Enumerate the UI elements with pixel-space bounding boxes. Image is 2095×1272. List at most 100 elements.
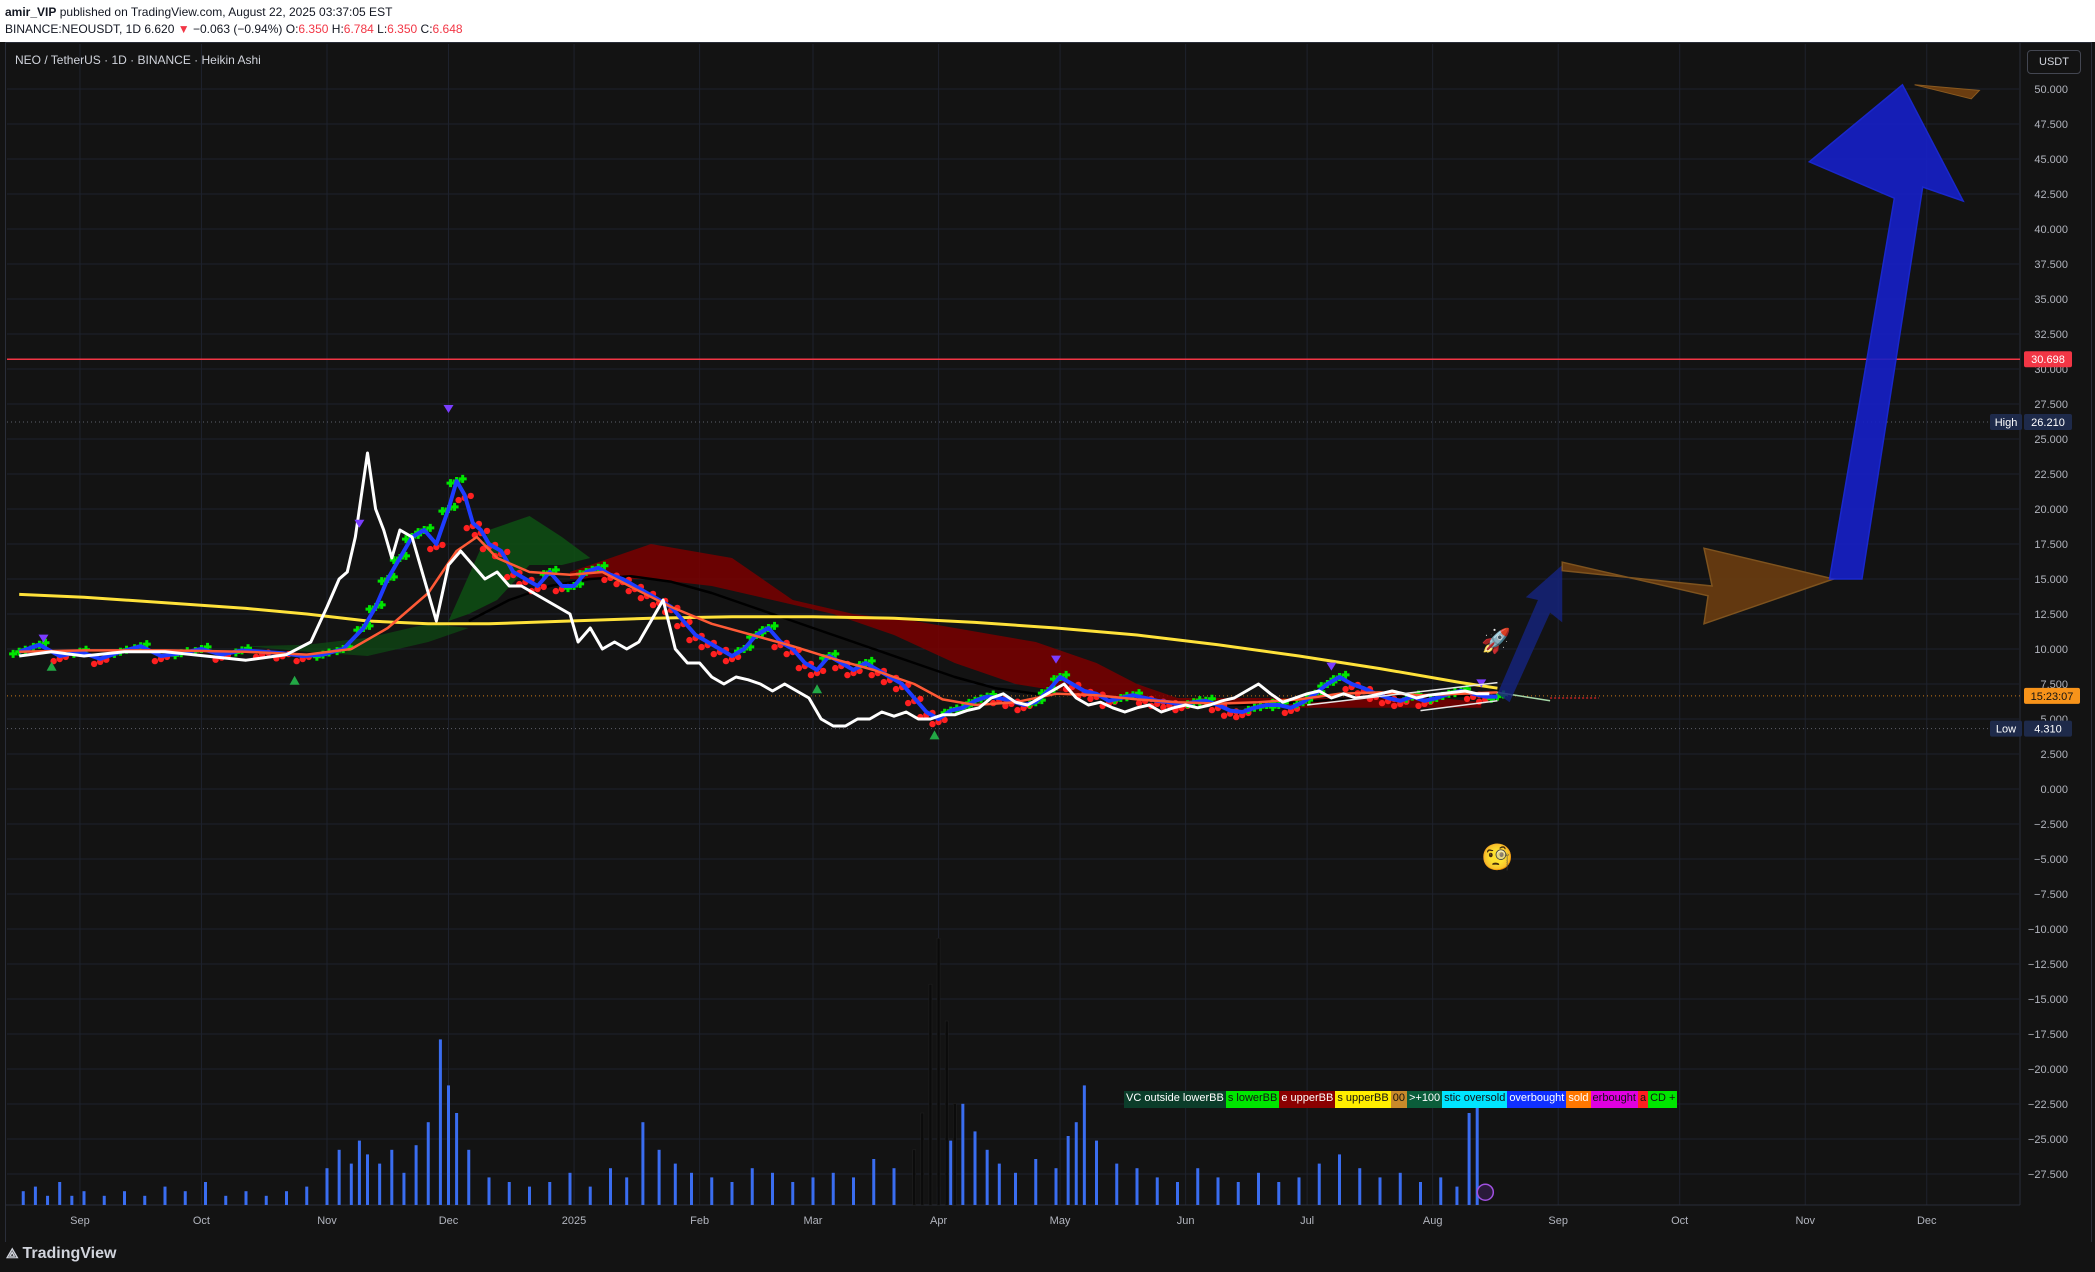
- x-tick-label: Dec: [439, 1215, 459, 1227]
- volume-bar: [325, 1168, 329, 1205]
- volume-bar: [750, 1168, 754, 1205]
- volume-bar: [70, 1195, 74, 1205]
- volume-bars: [21, 937, 1479, 1206]
- volume-bar: [102, 1195, 106, 1205]
- volume-bar: [487, 1177, 491, 1205]
- volume-bar: [1054, 1168, 1058, 1205]
- volume-bar: [625, 1177, 629, 1205]
- volume-bar: [507, 1182, 511, 1205]
- bearish-marker: [722, 657, 730, 665]
- bearish-marker: [892, 685, 900, 693]
- resistance-price-tag-text: 30.698: [2031, 354, 2065, 366]
- volume-bar: [949, 1140, 953, 1205]
- x-tick-label: May: [1050, 1215, 1071, 1227]
- bearish-marker: [455, 496, 462, 504]
- bearish-marker: [783, 650, 790, 658]
- low-label-tag-text: Low: [1996, 724, 2016, 736]
- bearish-marker: [819, 667, 827, 675]
- y-tick-label: −7.500: [2034, 889, 2068, 901]
- volume-bar: [143, 1195, 147, 1205]
- bearish-marker: [686, 636, 693, 644]
- volume-bar: [1014, 1172, 1017, 1205]
- volume-bar: [1135, 1168, 1139, 1205]
- volume-bar: [673, 1163, 677, 1205]
- volume-bar: [224, 1195, 228, 1205]
- bearish-marker: [427, 545, 434, 553]
- volume-bar: [730, 1182, 734, 1205]
- volume-bar: [657, 1149, 661, 1205]
- legend-box: VC outside lowerBB: [1124, 1091, 1226, 1108]
- volume-bar: [244, 1191, 248, 1205]
- brown-arrow: [1561, 547, 1837, 625]
- volume-bar: [568, 1172, 572, 1205]
- brown-arrow-tip: [1914, 84, 1981, 100]
- high-label-tag-text: High: [1995, 417, 2018, 429]
- bearish-marker: [625, 587, 632, 595]
- volume-bar: [285, 1191, 288, 1205]
- volume-bar-dark: [936, 937, 941, 1206]
- bearish-marker: [1415, 702, 1422, 710]
- volume-bar: [21, 1191, 25, 1205]
- bearish-marker: [552, 587, 560, 595]
- bearish-marker: [674, 622, 681, 630]
- bearish-marker: [467, 492, 474, 500]
- legend-box: sold: [1566, 1091, 1591, 1108]
- volume-bar: [305, 1186, 309, 1205]
- legend-box: CD +: [1648, 1091, 1678, 1108]
- volume-bar: [1155, 1177, 1159, 1205]
- bearish-marker: [807, 671, 815, 679]
- price-chart[interactable]: 50.000 47.500 45.000 42.500 40.000 37.500 35.0…: [0, 0, 2095, 1272]
- bearish-marker: [880, 678, 888, 686]
- y-tick-label: 35.000: [2034, 294, 2068, 306]
- large-blue-arrow: [1807, 83, 1965, 580]
- x-tick-label: Sep: [70, 1215, 90, 1227]
- volume-bar: [467, 1149, 471, 1205]
- volume-bar: [1115, 1163, 1119, 1205]
- x-tick-label: Oct: [193, 1215, 210, 1227]
- ema-line: [19, 535, 1498, 707]
- x-tick-label: 2025: [562, 1215, 586, 1227]
- volume-bar: [447, 1085, 450, 1205]
- bearish-marker: [1233, 713, 1240, 721]
- volume-bar: [337, 1149, 341, 1205]
- volume-bar: [46, 1195, 50, 1205]
- y-tick-label: 45.000: [2034, 154, 2068, 166]
- volume-bar: [1419, 1182, 1422, 1205]
- currency-button[interactable]: USDT: [2027, 50, 2081, 74]
- volume-bar: [1338, 1154, 1341, 1205]
- signal-up-triangle: [929, 730, 940, 740]
- volume-bar: [1236, 1182, 1240, 1205]
- high-price-tag: 26.210: [2024, 414, 2072, 431]
- bearish-marker: [151, 657, 159, 665]
- volume-bar: [1082, 1085, 1086, 1205]
- low-price-tag: 4.310: [2024, 720, 2072, 737]
- volume-bar: [1317, 1163, 1321, 1205]
- bearish-marker: [710, 650, 717, 658]
- volume-bar: [1066, 1136, 1070, 1205]
- legend-box: a: [1637, 1091, 1649, 1108]
- y-tick-label: 15.000: [2034, 574, 2068, 586]
- volume-bar: [183, 1191, 187, 1205]
- x-tick-label: Nov: [317, 1215, 337, 1227]
- chart-title: NEO / TetherUS · 1D · BINANCE · Heikin A…: [15, 53, 261, 67]
- countdown-tag: 15:23:07: [2024, 687, 2080, 704]
- volume-bar: [357, 1140, 361, 1205]
- bearish-marker: [1342, 685, 1349, 693]
- bearish-marker: [929, 720, 936, 728]
- x-tick-label: Mar: [804, 1215, 823, 1227]
- x-tick-label: Oct: [1671, 1215, 1688, 1227]
- brand-name: TradingView: [22, 1245, 117, 1262]
- bearish-marker: [90, 660, 98, 668]
- volume-bar: [1455, 1186, 1459, 1205]
- bearish-marker: [832, 664, 839, 672]
- bearish-marker: [463, 524, 470, 532]
- signal-up-triangle: [289, 675, 300, 685]
- volume-bar: [852, 1177, 855, 1205]
- volume-bar: [1196, 1168, 1200, 1205]
- bearish-marker: [601, 576, 608, 584]
- volume-bar: [1257, 1172, 1260, 1205]
- volume-bar: [588, 1186, 592, 1205]
- resistance-price-tag: 30.698: [2024, 351, 2072, 368]
- tradingview-logo[interactable]: ⟁ TradingView: [6, 1245, 116, 1263]
- legend-box: erbought: [1590, 1091, 1638, 1108]
